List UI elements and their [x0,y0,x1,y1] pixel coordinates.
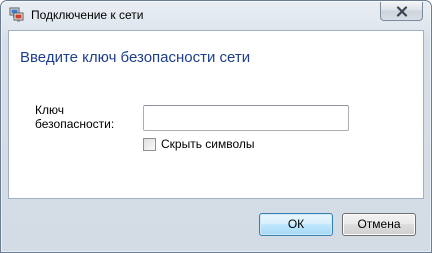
close-button[interactable] [380,2,423,21]
hide-symbols-label[interactable]: Скрыть символы [161,137,255,151]
hide-symbols-checkbox[interactable] [143,138,156,151]
dialog-content: Введите ключ безопасности сети Ключ безо… [8,30,424,199]
network-connection-dialog: Подключение к сети Введите ключ безопасн… [0,0,432,253]
security-key-label: Ключ безопасности: [35,103,115,131]
security-key-input[interactable] [143,105,349,131]
cancel-button[interactable]: Отмена [342,213,416,236]
window-title: Подключение к сети [31,8,144,22]
network-connection-icon [9,7,24,22]
title-bar[interactable]: Подключение к сети [1,1,431,31]
ok-button[interactable]: ОК [259,213,333,236]
close-icon [396,6,408,17]
dialog-heading: Введите ключ безопасности сети [20,49,251,66]
